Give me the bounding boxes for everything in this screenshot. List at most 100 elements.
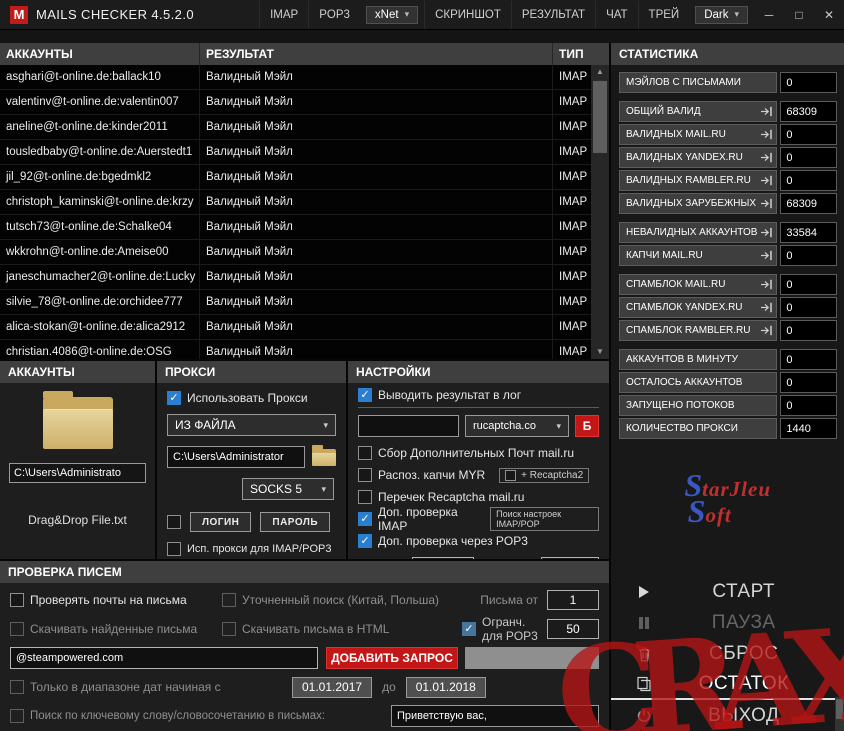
recognize-captcha-checkbox[interactable]: Распоз. капчи MYR + Recaptcha2 bbox=[358, 466, 599, 484]
balance-button[interactable]: Б bbox=[575, 415, 599, 437]
scroll-up-icon[interactable]: ▲ bbox=[591, 65, 609, 79]
open-accounts-folder-icon[interactable] bbox=[42, 391, 113, 449]
table-scrollbar[interactable]: ▲ ▼ bbox=[591, 65, 609, 359]
stat-label: ВАЛИДНЫХ MAIL.RU bbox=[619, 124, 778, 145]
column-header-accounts[interactable]: АККАУНТЫ bbox=[0, 43, 200, 65]
captcha-key-input[interactable] bbox=[358, 415, 459, 437]
table-row[interactable]: christian.4086@t-online.de:OSG Валидный М… bbox=[0, 340, 609, 359]
proxy-panel-title: ПРОКСИ bbox=[157, 361, 346, 383]
chevron-down-icon: ▾ bbox=[323, 419, 328, 430]
scrollbar-thumb[interactable] bbox=[836, 699, 844, 719]
action-buttons: СТАРТ ПАУЗА СБРОС ОСТАТОК ВЫХОД bbox=[611, 576, 844, 731]
proxy-for-imap-checkbox[interactable]: Исп. прокси для IMAP/POP3 bbox=[167, 542, 336, 556]
cell-account: tousledbaby@t-online.de:Auerstedt1 bbox=[0, 140, 200, 164]
table-row[interactable]: asghari@t-online.de:ballack10 Валидный Мэ… bbox=[0, 65, 609, 90]
accounts-file-path[interactable]: C:\Users\Administrato bbox=[9, 463, 146, 483]
recaptcha2-checkbox[interactable]: + Recaptcha2 bbox=[499, 467, 590, 483]
keyword-search-checkbox[interactable]: Поиск по ключевому слову/словосочетанию … bbox=[10, 709, 391, 723]
date-from-picker[interactable]: 01.01.2017 bbox=[292, 676, 373, 698]
proxy-type-dropdown[interactable]: SOCKS 5 ▾ bbox=[242, 478, 334, 500]
add-query-button[interactable]: ДОБАВИТЬ ЗАПРОС bbox=[326, 647, 458, 669]
password-button[interactable]: ПАРОЛЬ bbox=[260, 512, 331, 532]
reset-button[interactable]: СБРОС bbox=[611, 638, 844, 669]
checkbox-checked-icon bbox=[358, 388, 372, 402]
query-progress-box bbox=[465, 647, 599, 669]
proxy-source-dropdown[interactable]: ИЗ ФАЙЛА ▾ bbox=[167, 414, 336, 436]
refined-search-checkbox[interactable]: Уточненный поиск (Китай, Польша) bbox=[222, 593, 480, 607]
menu-item-imap[interactable]: IMAP bbox=[259, 0, 308, 29]
collect-extra-mail-checkbox[interactable]: Сбор Дополнительных Почт mail.ru bbox=[358, 444, 599, 462]
theme-dropdown-value: Dark bbox=[704, 8, 729, 21]
keyword-input[interactable] bbox=[391, 705, 599, 727]
theme-dropdown[interactable]: Dark ▾ bbox=[695, 5, 748, 24]
column-header-result[interactable]: РЕЗУЛЬТАТ bbox=[200, 43, 553, 65]
maximize-button[interactable]: □ bbox=[784, 0, 814, 30]
export-icon[interactable] bbox=[760, 325, 773, 336]
use-proxy-checkbox[interactable]: Использовать Прокси bbox=[167, 391, 336, 405]
pause-button[interactable]: ПАУЗА bbox=[611, 607, 844, 638]
export-icon[interactable] bbox=[760, 279, 773, 290]
download-html-checkbox[interactable]: Скачивать письма в HTML bbox=[222, 622, 462, 636]
scrollbar-thumb[interactable] bbox=[593, 81, 607, 153]
export-icon[interactable] bbox=[760, 250, 773, 261]
date-range-checkbox[interactable]: Только в диапазоне дат начиная с bbox=[10, 680, 292, 694]
export-icon[interactable] bbox=[760, 152, 773, 163]
extra-pop3-check-checkbox[interactable]: Доп. проверка через POP3 bbox=[358, 532, 599, 550]
export-icon[interactable] bbox=[760, 198, 773, 209]
table-row[interactable]: tousledbaby@t-online.de:Auerstedt1 Валидн… bbox=[0, 140, 609, 165]
menu-item-tray[interactable]: ТРЕЙ bbox=[637, 0, 690, 29]
scroll-down-icon[interactable]: ▼ bbox=[591, 345, 609, 359]
main-area: АККАУНТЫ РЕЗУЛЬТАТ ТИП asghari@t-online.… bbox=[0, 30, 844, 731]
play-icon bbox=[629, 584, 659, 600]
letters-from-input[interactable]: 1 bbox=[547, 590, 599, 610]
letters-panel-title: ПРОВЕРКА ПИСЕМ bbox=[0, 561, 609, 583]
table-row[interactable]: aneline@t-online.de:kinder2011 Валидный М… bbox=[0, 115, 609, 140]
export-icon[interactable] bbox=[760, 227, 773, 238]
menu-item-result[interactable]: РЕЗУЛЬТАТ bbox=[510, 0, 595, 29]
table-row[interactable]: silvie_78@t-online.de:orchidee777 Валидны… bbox=[0, 290, 609, 315]
login-button[interactable]: ЛОГИН bbox=[190, 512, 252, 532]
menu-item-pop3[interactable]: POP3 bbox=[308, 0, 360, 29]
menu-item-chat[interactable]: ЧАТ bbox=[595, 0, 637, 29]
recheck-recaptcha-checkbox[interactable]: Перечек Recaptcha mail.ru bbox=[358, 488, 599, 506]
column-header-type[interactable]: ТИП bbox=[553, 43, 609, 65]
checkbox-icon bbox=[167, 542, 181, 556]
stat-row: НЕВАЛИДНЫХ АККАУНТОВ 33584 bbox=[619, 222, 838, 243]
proxy-file-input[interactable] bbox=[167, 446, 305, 468]
folder-front bbox=[312, 452, 336, 466]
browse-proxy-folder-icon[interactable] bbox=[312, 444, 336, 466]
table-row[interactable]: alica-stokan@t-online.de:alica2912 Валидн… bbox=[0, 315, 609, 340]
export-icon[interactable] bbox=[760, 302, 773, 313]
table-row[interactable]: christoph_kaminski@t-online.de:krzy Валид… bbox=[0, 190, 609, 215]
table-row[interactable]: janeschumacher2@t-online.de:Lucky Валидны… bbox=[0, 265, 609, 290]
right-panel-scrollbar[interactable] bbox=[835, 697, 844, 731]
exit-button[interactable]: ВЫХОД bbox=[611, 700, 844, 731]
table-row[interactable]: valentinv@t-online.de:valentin007 Валидны… bbox=[0, 90, 609, 115]
proxy-auth-checkbox[interactable] bbox=[167, 515, 181, 529]
stat-label: СПАМБЛОК MAIL.RU bbox=[619, 274, 778, 295]
download-found-checkbox[interactable]: Скачивать найденные письма bbox=[10, 622, 222, 636]
extra-imap-check-checkbox[interactable]: Доп. проверка IMAP Поиск настроек IMAP/P… bbox=[358, 505, 599, 533]
date-to-picker[interactable]: 01.01.2018 bbox=[405, 676, 486, 698]
start-button[interactable]: СТАРТ bbox=[611, 576, 844, 607]
xnet-dropdown[interactable]: xNet ▾ bbox=[365, 5, 419, 24]
export-icon[interactable] bbox=[760, 175, 773, 186]
export-icon[interactable] bbox=[760, 106, 773, 117]
check-mail-checkbox[interactable]: Проверять почты на письма bbox=[10, 593, 222, 607]
table-row[interactable]: tutsch73@t-online.de:Schalke04 Валидный М… bbox=[0, 215, 609, 240]
close-button[interactable]: ✕ bbox=[814, 0, 844, 30]
query-input[interactable] bbox=[10, 647, 318, 669]
pop3-limit-checkbox[interactable]: Огранч. для POP3 bbox=[462, 615, 547, 643]
chevron-down-icon: ▾ bbox=[734, 9, 739, 19]
log-output-checkbox[interactable]: Выводить результат в лог bbox=[358, 388, 599, 402]
chevron-down-icon: ▾ bbox=[404, 9, 410, 19]
table-row[interactable]: wkkrohn@t-online.de:Ameise00 Валидный Мэй… bbox=[0, 240, 609, 265]
table-row[interactable]: jil_92@t-online.de:bgedmkl2 Валидный Мэйл… bbox=[0, 165, 609, 190]
rest-button[interactable]: ОСТАТОК bbox=[611, 669, 844, 700]
menu-item-screenshot[interactable]: СКРИНШОТ bbox=[424, 0, 511, 29]
export-icon[interactable] bbox=[760, 129, 773, 140]
checkbox-icon bbox=[10, 593, 24, 607]
captcha-service-dropdown[interactable]: rucaptcha.co ▾ bbox=[465, 415, 569, 437]
minimize-button[interactable]: ─ bbox=[754, 0, 784, 30]
pop3-limit-input[interactable]: 50 bbox=[547, 619, 599, 639]
